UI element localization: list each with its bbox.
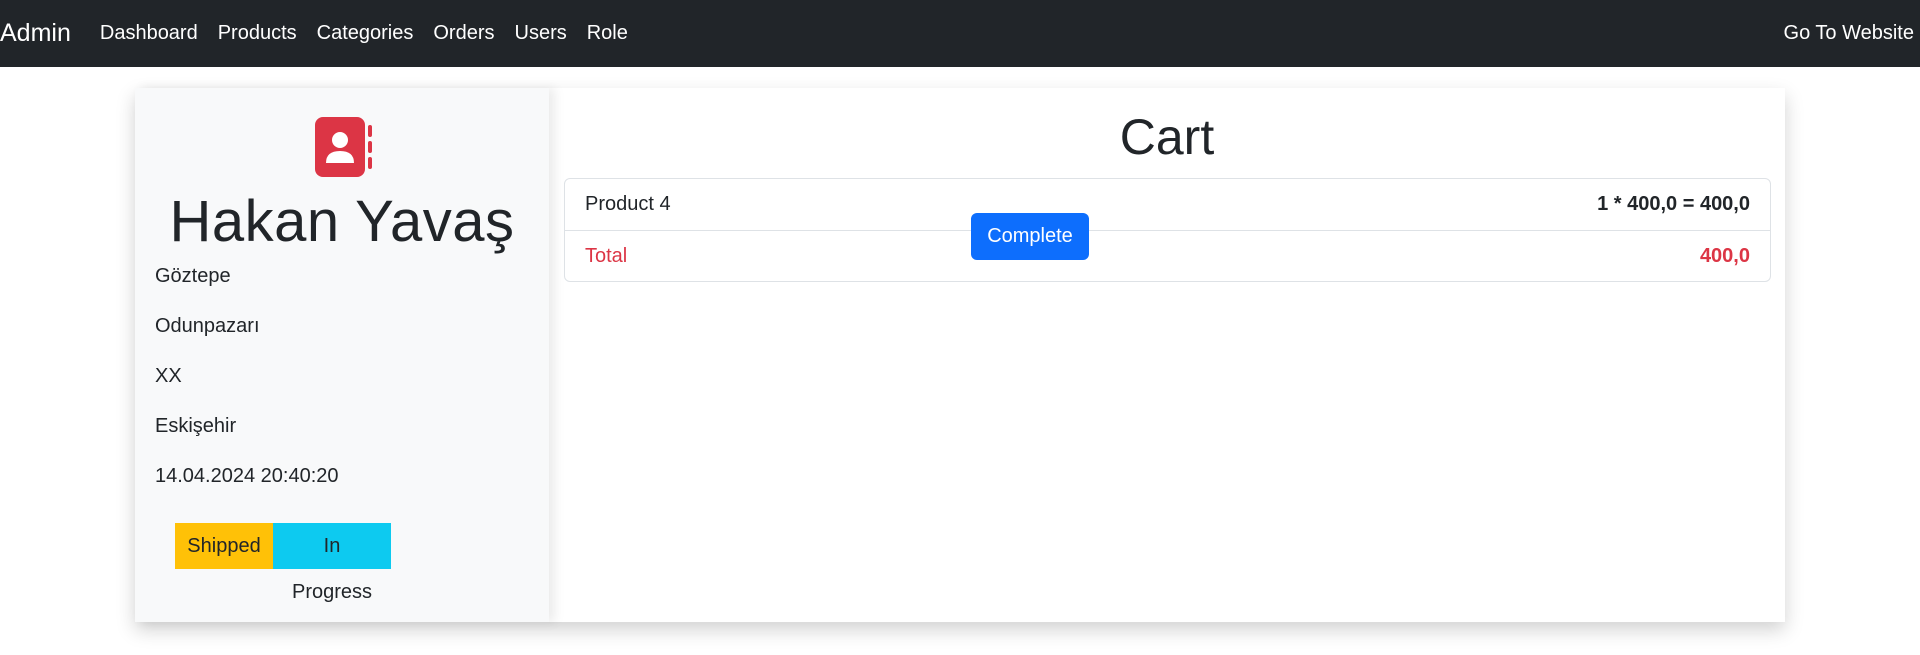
customer-profile-panel: Hakan Yavaş Göztepe Odunpazarı XX Eskişe…	[135, 88, 549, 622]
cart-item-name: Product 4	[585, 193, 671, 215]
nav-products[interactable]: Products	[208, 0, 307, 67]
cart-item-calc: 1 * 400,0 = 400,0	[1597, 193, 1750, 215]
nav-categories[interactable]: Categories	[307, 0, 424, 67]
customer-name: Hakan Yavaş	[169, 189, 515, 254]
address-district: Odunpazarı	[155, 315, 260, 337]
cart-item-row: Product 4 1 * 400,0 = 400,0	[565, 179, 1770, 230]
nav-links: Dashboard Products Categories Orders Use…	[90, 0, 638, 67]
brand-link[interactable]: Admin	[0, 0, 71, 67]
order-detail-card: Hakan Yavaş Göztepe Odunpazarı XX Eskişe…	[135, 88, 1785, 622]
in-progress-badge[interactable]: In Progress	[273, 523, 391, 603]
cart-total-value: 400,0	[1699, 244, 1750, 267]
address-city: Eskişehir	[155, 415, 237, 437]
complete-button[interactable]: Complete	[971, 213, 1089, 260]
cart-title: Cart	[1119, 109, 1215, 165]
go-to-website-link[interactable]: Go To Website	[1784, 0, 1920, 67]
shipped-badge[interactable]: Shipped	[175, 523, 273, 569]
address-detail: XX	[155, 365, 182, 387]
cart-total-row: Total 400,0	[565, 230, 1770, 281]
top-navbar: Admin Dashboard Products Categories Orde…	[0, 0, 1920, 67]
cart-total-label: Total	[585, 244, 628, 267]
nav-dashboard[interactable]: Dashboard	[90, 0, 208, 67]
nav-role[interactable]: Role	[577, 0, 638, 67]
nav-users[interactable]: Users	[505, 0, 577, 67]
address-neighborhood: Göztepe	[155, 265, 231, 287]
order-datetime: 14.04.2024 20:40:20	[155, 465, 339, 487]
order-status-badges: Shipped In Progress	[175, 523, 391, 603]
cart-list: Product 4 1 * 400,0 = 400,0 Total 400,0	[564, 178, 1771, 282]
contact-book-icon	[315, 117, 372, 177]
nav-orders[interactable]: Orders	[423, 0, 504, 67]
